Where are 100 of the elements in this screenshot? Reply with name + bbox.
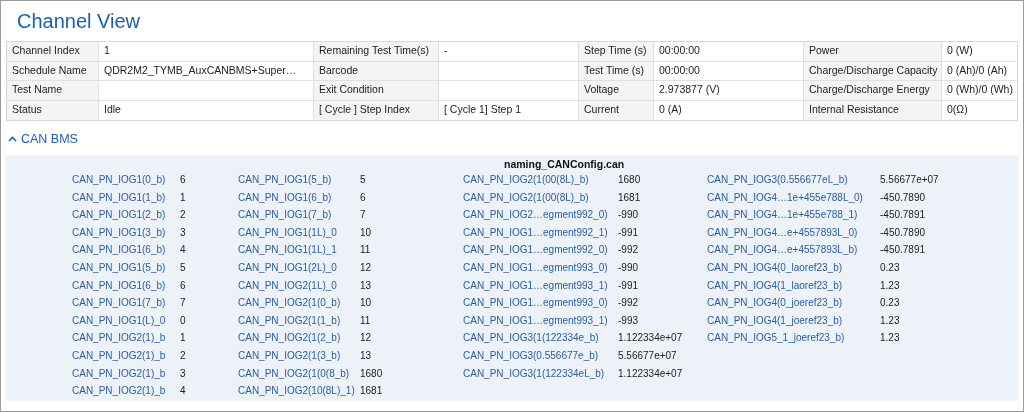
signal-name: CAN_PN_IOG1…egment993_0) [463, 261, 609, 275]
signal-name: CAN_PN_IOG4(1_laoref23_b) [707, 278, 844, 293]
signal-value: 13 [360, 278, 372, 293]
signal-value: -450.7890 [880, 190, 926, 205]
field-label: Voltage [584, 82, 620, 98]
signal-name: CAN_PN_IOG2…egment992_0) [463, 208, 609, 223]
signal-value: 3 [180, 225, 186, 240]
field-value: 0 (A) [659, 102, 682, 118]
signal-name: CAN_PN_IOG2(10(8L)_1) [238, 384, 356, 399]
signal-value: 1 [180, 331, 186, 346]
signal-value: 1.23 [880, 278, 900, 293]
signal-name: CAN_PN_IOG2(1(0_b) [238, 296, 342, 311]
signal-name: CAN_PN_IOG1(7_b) [72, 296, 167, 311]
signal-value: 1681 [618, 190, 641, 205]
field-value: - [444, 43, 448, 59]
signal-name: CAN_PN_IOG4(0_laoref23_b) [707, 261, 844, 275]
signal-name: CAN_PN_IOG4…1e+455e788L_0) [707, 190, 864, 205]
signal-value: 5 [360, 173, 366, 188]
field-label: [ Cycle ] Step Index [319, 102, 411, 118]
signal-name: CAN_PN_IOG1(5_b) [238, 173, 333, 188]
signal-name: CAN_PN_IOG2(1(3_b) [238, 349, 342, 363]
signal-name: CAN_PN_IOG1(3_b) [72, 225, 167, 240]
signal-name: CAN_PN_IOG2(1)_b [72, 331, 167, 346]
signal-name: CAN_PN_IOG1…egment993_0) [463, 296, 609, 311]
signal-name: CAN_PN_IOG1(7_b) [238, 208, 333, 223]
signal-name: CAN_PN_IOG2(1)_b [72, 349, 167, 363]
signal-name: CAN_PN_IOG1(1_b) [72, 190, 167, 205]
signal-name: CAN_PN_IOG1(6_b) [72, 278, 167, 293]
signal-value: 10 [360, 296, 372, 311]
signal-value: 1.23 [880, 313, 900, 328]
field-label: Remaining Test Time(s) [319, 43, 430, 59]
field-value: QDR2M2_TYMB_AuxCANBMS+Super… [104, 62, 297, 78]
signal-value: 4 [180, 384, 186, 399]
chevron-up-icon [8, 136, 17, 143]
signal-name: CAN_PN_IOG1(6_b) [238, 190, 333, 205]
signal-name: CAN_PN_IOG2(1(00(8L)_b) [463, 173, 590, 188]
signal-name: CAN_PN_IOG1(2_b) [72, 208, 167, 223]
signal-value: -992 [618, 296, 638, 311]
field-value: 0 (Wh)/0 (Wh) [947, 82, 1013, 98]
signal-name: CAN_PN_IOG2(1(1_b) [238, 313, 342, 328]
signal-name: CAN_PN_IOG1(6_b) [72, 243, 167, 258]
signal-name: CAN_PN_IOG3(1(122334e_b) [463, 331, 600, 346]
signal-value: 7 [360, 208, 366, 223]
signal-name: CAN_PN_IOG2(1(0(8_b) [238, 366, 351, 381]
signal-name: CAN_PN_IOG1…egment993_1) [463, 278, 609, 293]
field-label: Status [12, 102, 42, 118]
field-label: Channel Index [12, 43, 80, 59]
signal-value: 0.23 [880, 261, 900, 275]
signal-value: 5.56677e+07 [880, 173, 939, 188]
signal-name: CAN_PN_IOG2(1)_b [72, 366, 167, 381]
signal-name: CAN_PN_IOG4(0_joeref23_b) [707, 296, 844, 311]
signal-value: 1 [180, 190, 186, 205]
signal-value: 1680 [618, 173, 641, 188]
signal-name: CAN_PN_IOG2(1(00(8L)_b) [463, 190, 590, 205]
field-label: Test Name [12, 82, 63, 98]
signal-value: 1.23 [880, 331, 900, 346]
field-label: Test Time (s) [584, 62, 645, 78]
signal-name: CAN_PN_IOG4…1e+455e788_1) [707, 208, 859, 223]
signal-value: 1681 [360, 384, 383, 399]
signal-value: -990 [618, 261, 638, 275]
signal-value: 11 [360, 313, 371, 328]
window-title: Channel View [16, 9, 142, 34]
signal-name: CAN_PN_IOG2(1)_b [72, 384, 167, 399]
signal-value: -992 [618, 243, 638, 258]
field-value: 0 (Ah)/0 (Ah) [947, 62, 1008, 78]
field-label: Charge/Discharge Energy [809, 82, 930, 98]
signal-name: CAN_PN_IOG3(0.556677e_b) [463, 349, 600, 363]
field-label: Power [809, 43, 839, 59]
signal-name: CAN_PN_IOG1(0_b) [72, 173, 167, 188]
signal-value: -991 [618, 278, 638, 293]
signal-name: CAN_PN_IOG2(1(2_b) [238, 331, 342, 346]
signal-name: CAN_PN_IOG4(1_joeref23_b) [707, 313, 844, 328]
signal-value: 1.122334e+07 [618, 331, 683, 346]
field-label: Current [584, 102, 619, 118]
field-value: 0(Ω) [947, 102, 968, 118]
signal-name: CAN_PN_IOG1(5_b) [72, 261, 167, 275]
field-value: 00:00:00 [659, 43, 700, 59]
signal-name: CAN_PN_IOG5_1_joeref23_b) [707, 331, 846, 346]
signal-value: 7 [180, 296, 186, 311]
signal-name: CAN_PN_IOG1(2L)_0 [238, 261, 338, 275]
signal-value: -450.7891 [880, 208, 926, 223]
field-value: Idle [104, 102, 121, 118]
signal-value: -991 [618, 225, 638, 240]
field-label: Exit Condition [319, 82, 384, 98]
signal-value: 0.23 [880, 296, 900, 311]
signal-value: 1.122334e+07 [618, 366, 683, 381]
signal-value: 2 [180, 208, 186, 223]
field-label: Internal Resistance [809, 102, 899, 118]
signal-value: -990 [618, 208, 638, 223]
signal-value: -450.7891 [880, 243, 926, 258]
signal-value: 6 [180, 278, 186, 293]
signal-value: 5 [180, 261, 186, 275]
signal-value: 0 [180, 313, 186, 328]
signal-name: CAN_PN_IOG1(L)_0 [72, 313, 167, 328]
signal-value: 5.56677e+07 [618, 349, 677, 363]
signal-name: CAN_PN_IOG1(1L)_0 [238, 225, 338, 240]
field-value: [ Cycle 1] Step 1 [444, 102, 522, 118]
signal-value: 4 [180, 243, 186, 258]
section-header[interactable]: CAN BMS [8, 130, 78, 149]
signal-name: CAN_PN_IOG3(0.556677eL_b) [707, 173, 849, 188]
